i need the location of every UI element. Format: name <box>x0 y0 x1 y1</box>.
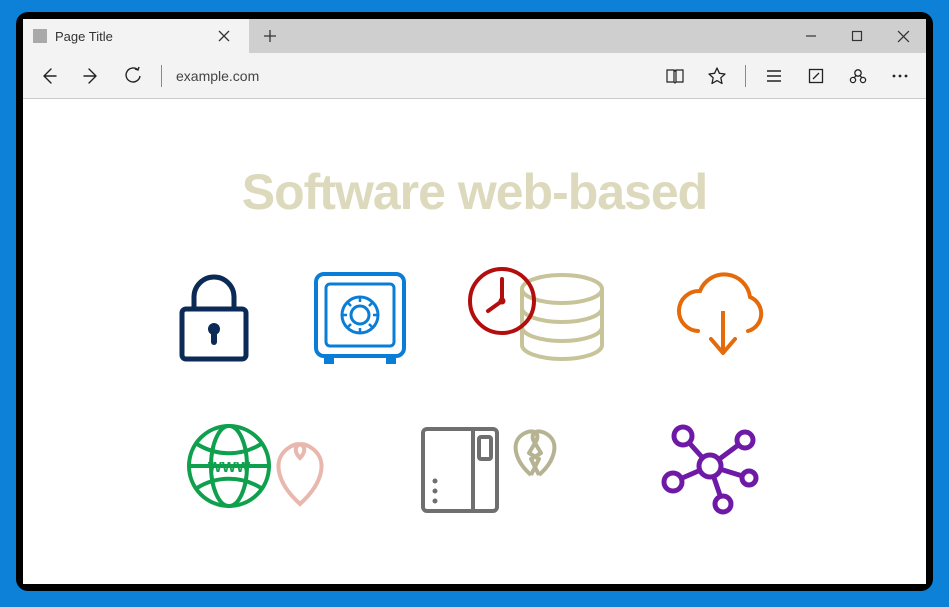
back-button[interactable] <box>29 56 69 96</box>
address-bar[interactable]: example.com <box>170 68 653 84</box>
network-graph-icon <box>655 416 765 516</box>
toolbar: example.com <box>23 53 926 99</box>
forward-button[interactable] <box>71 56 111 96</box>
tab-close-icon[interactable] <box>209 30 239 42</box>
share-icon[interactable] <box>838 56 878 96</box>
favorites-star-icon[interactable] <box>697 56 737 96</box>
window-controls <box>788 19 926 53</box>
page-content: Software web-based <box>23 99 926 584</box>
page-heading: Software web-based <box>23 163 926 221</box>
minimize-button[interactable] <box>788 19 834 53</box>
refresh-button[interactable] <box>113 56 153 96</box>
favicon-placeholder <box>33 29 47 43</box>
notes-icon[interactable] <box>796 56 836 96</box>
svg-text:WWW: WWW <box>207 459 250 476</box>
hub-menu-icon[interactable] <box>754 56 794 96</box>
www-heart-icon: WWW <box>185 418 335 514</box>
more-menu-icon[interactable] <box>880 56 920 96</box>
lock-icon <box>172 271 256 365</box>
icon-row-1 <box>23 263 926 373</box>
toolbar-separator <box>161 65 162 87</box>
close-window-button[interactable] <box>880 19 926 53</box>
tab-title: Page Title <box>55 29 201 44</box>
toolbar-separator-2 <box>745 65 746 87</box>
safe-icon <box>310 268 410 368</box>
cloud-download-icon <box>668 271 778 365</box>
server-broken-heart-icon <box>415 411 575 521</box>
outer-frame: Page Title <box>16 12 933 591</box>
tab-bar: Page Title <box>23 19 926 53</box>
tab-active[interactable]: Page Title <box>23 19 249 53</box>
clock-database-icon <box>464 263 614 373</box>
maximize-button[interactable] <box>834 19 880 53</box>
reading-view-icon[interactable] <box>655 56 695 96</box>
icon-row-2: WWW <box>23 411 926 521</box>
browser-window: Page Title <box>23 19 926 584</box>
new-tab-button[interactable] <box>249 19 291 53</box>
